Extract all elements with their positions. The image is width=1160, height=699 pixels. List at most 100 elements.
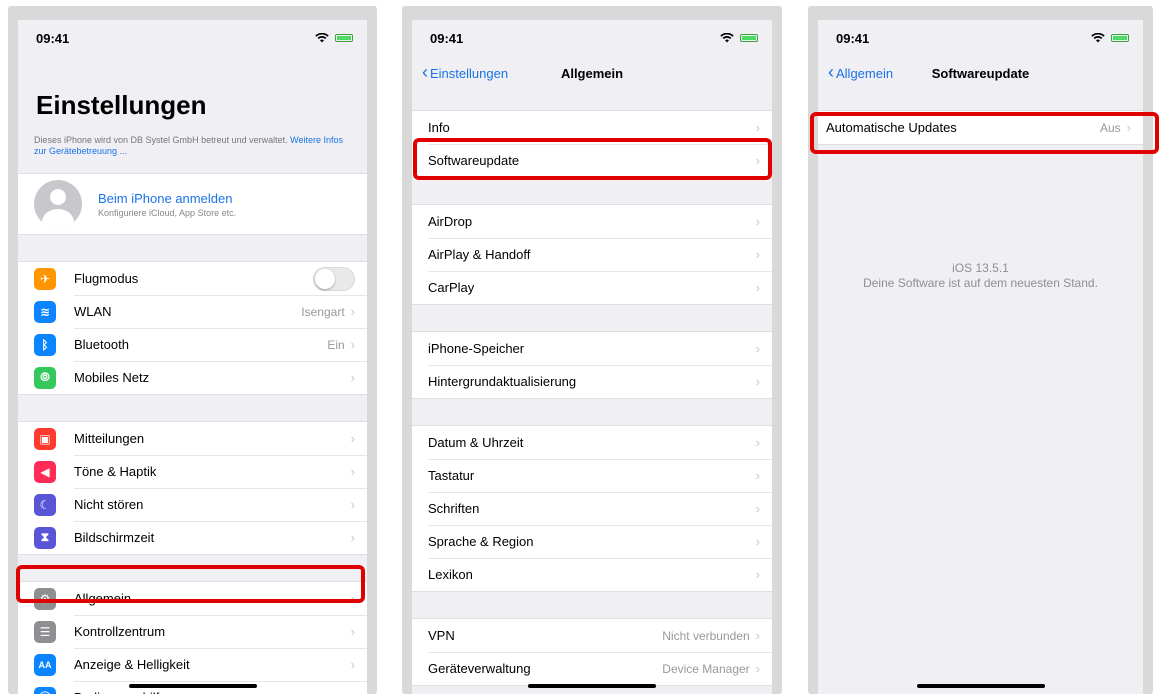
device-management-group: VPN Nicht verbunden › Geräteverwaltung Devic… xyxy=(412,618,772,686)
row-value: Ein xyxy=(327,337,345,352)
softwareupdate-screen: 09:41 ‹ Allgemein Softwareupdate Automat… xyxy=(818,20,1143,694)
row-label: iPhone-Speicher xyxy=(428,341,525,356)
row-value: Device Manager xyxy=(662,661,750,676)
automatic-updates-label: Automatische Updates xyxy=(826,120,957,135)
settings-row-datum-and-uhrzeit[interactable]: Datum & Uhrzeit › xyxy=(412,426,772,459)
chevron-left-icon: ‹ xyxy=(828,62,834,82)
chevron-right-icon: › xyxy=(350,370,355,385)
status-icons xyxy=(1091,33,1129,43)
settings-row-kontrollzentrum[interactable]: ☰ Kontrollzentrum › xyxy=(18,615,367,648)
back-button[interactable]: ‹ Einstellungen xyxy=(422,62,509,82)
gear-icon: ⚙ xyxy=(34,587,56,610)
apple-id-signin[interactable]: Beim iPhone anmelden Konfiguriere iCloud… xyxy=(18,174,367,234)
version-info: iOS 13.5.1 Deine Software ist auf dem ne… xyxy=(818,261,1143,291)
settings-screen: 09:41 Einstellungen Dieses iPhone wird v… xyxy=(18,20,367,694)
chevron-right-icon: › xyxy=(755,468,760,483)
settings-row-schriften[interactable]: Schriften › xyxy=(412,492,772,525)
chevron-right-icon: › xyxy=(350,431,355,446)
row-value: Isengart xyxy=(301,304,345,319)
settings-row-anzeige-and-helligkeit[interactable]: AA Anzeige & Helligkeit › xyxy=(18,648,367,681)
battery-icon xyxy=(335,34,353,42)
accessibility-icon: ⓪ xyxy=(34,686,56,694)
status-bar: 09:41 xyxy=(18,20,367,56)
settings-row-iphone-speicher[interactable]: iPhone-Speicher › xyxy=(412,332,772,365)
settings-row-toene-and-haptik[interactable]: ◀ Töne & Haptik › xyxy=(18,455,367,488)
settings-row-bluetooth[interactable]: ᛒ Bluetooth Ein › xyxy=(18,328,367,361)
settings-row-nicht-stoeren[interactable]: ☾ Nicht stören › xyxy=(18,488,367,521)
settings-row-lexikon[interactable]: Lexikon › xyxy=(412,558,772,591)
signin-sublabel: Konfiguriere iCloud, App Store etc. xyxy=(98,207,237,218)
settings-row-airdrop[interactable]: AirDrop › xyxy=(412,205,772,238)
chevron-right-icon: › xyxy=(350,464,355,479)
battery-icon xyxy=(1111,34,1129,42)
row-label: Datum & Uhrzeit xyxy=(428,435,524,450)
settings-row-bildschirmzeit[interactable]: ⧗ Bildschirmzeit › xyxy=(18,521,367,554)
row-label: AirPlay & Handoff xyxy=(428,247,531,262)
screenshot-settings-frame: 09:41 Einstellungen Dieses iPhone wird v… xyxy=(8,6,377,694)
row-value: Nicht verbunden xyxy=(662,628,750,643)
airplane-mode-toggle[interactable] xyxy=(313,266,355,291)
moon-icon: ☾ xyxy=(34,493,56,516)
status-time: 09:41 xyxy=(36,30,70,46)
row-label: Töne & Haptik xyxy=(74,464,157,479)
settings-row-carplay[interactable]: CarPlay › xyxy=(412,271,772,304)
general-group: ⚙ Allgemein › ☰ Kontrollzentrum › AA Anzeige & … xyxy=(18,581,367,694)
row-label: Tastatur xyxy=(428,468,475,483)
chevron-right-icon: › xyxy=(1126,120,1131,135)
row-label: WLAN xyxy=(74,304,112,319)
back-button[interactable]: ‹ Allgemein xyxy=(828,62,893,82)
row-label: Schriften xyxy=(428,501,480,516)
row-label: VPN xyxy=(428,628,455,643)
settings-row-hintergrundaktualisierung[interactable]: Hintergrundaktualisierung › xyxy=(412,365,772,398)
chevron-right-icon: › xyxy=(755,628,760,643)
settings-row-airplay-and-handoff[interactable]: AirPlay & Handoff › xyxy=(412,238,772,271)
chevron-right-icon: › xyxy=(755,435,760,450)
chevron-right-icon: › xyxy=(350,530,355,545)
connectivity-group: ✈ Flugmodus ≋ WLAN Isengart › ᛒ Bluetooth Ein › ⦾ M… xyxy=(18,261,367,395)
settings-row-flugmodus[interactable]: ✈ Flugmodus xyxy=(18,262,367,295)
signin-label: Beim iPhone anmelden xyxy=(98,190,233,206)
settings-row-vpn[interactable]: VPN Nicht verbunden › xyxy=(412,619,772,652)
settings-row-geraeteverwaltung[interactable]: Geräteverwaltung Device Manager › xyxy=(412,652,772,685)
settings-row-softwareupdate[interactable]: Softwareupdate › xyxy=(412,144,772,177)
row-label: Anzeige & Helligkeit xyxy=(74,657,190,672)
back-label: Einstellungen xyxy=(430,65,509,81)
notifications-icon: ▣ xyxy=(34,427,56,450)
airplane-icon: ✈ xyxy=(34,267,56,290)
settings-row-info[interactable]: Info › xyxy=(412,111,772,144)
chevron-right-icon: › xyxy=(755,120,760,135)
settings-row-mitteilungen[interactable]: ▣ Mitteilungen › xyxy=(18,422,367,455)
status-icons xyxy=(720,33,758,43)
row-label: Nicht stören xyxy=(74,497,144,512)
automatic-updates-row[interactable]: Automatische Updates Aus › xyxy=(818,111,1143,144)
about-group: Info › Softwareupdate › xyxy=(412,110,772,178)
navigation-bar: ‹ Einstellungen Allgemein xyxy=(412,56,772,90)
chevron-right-icon: › xyxy=(350,497,355,512)
chevron-left-icon: ‹ xyxy=(422,62,428,82)
row-label: Geräteverwaltung xyxy=(428,661,531,676)
auto-updates-group: Automatische Updates Aus › xyxy=(818,110,1143,145)
settings-row-wlan[interactable]: ≋ WLAN Isengart › xyxy=(18,295,367,328)
row-label: Bedienungshilfen xyxy=(74,690,351,694)
chevron-right-icon: › xyxy=(350,304,355,319)
settings-row-allgemein[interactable]: ⚙ Allgemein › xyxy=(18,582,367,615)
row-label: Info xyxy=(428,120,450,135)
page-title: Einstellungen xyxy=(36,90,207,120)
general-screen: 09:41 ‹ Einstellungen Allgemein Info › Sof… xyxy=(412,20,772,694)
chevron-right-icon: › xyxy=(755,374,760,389)
screenshot-general-frame: 09:41 ‹ Einstellungen Allgemein Info › Sof… xyxy=(402,6,782,694)
chevron-right-icon: › xyxy=(755,247,760,262)
settings-row-sprache-and-region[interactable]: Sprache & Region › xyxy=(412,525,772,558)
chevron-right-icon: › xyxy=(350,591,355,606)
settings-row-mobiles-netz[interactable]: ⦾ Mobiles Netz › xyxy=(18,361,367,394)
status-time: 09:41 xyxy=(430,30,464,46)
row-label: Hintergrundaktualisierung xyxy=(428,374,577,389)
row-label: Mobiles Netz xyxy=(74,370,150,385)
row-label: Lexikon xyxy=(428,567,473,582)
chevron-right-icon: › xyxy=(755,153,760,168)
settings-row-tastatur[interactable]: Tastatur › xyxy=(412,459,772,492)
display-icon: AA xyxy=(34,653,56,676)
device-management-note: Dieses iPhone wird von DB Systel GmbH be… xyxy=(18,127,367,157)
chevron-right-icon: › xyxy=(755,341,760,356)
bluetooth-icon: ᛒ xyxy=(34,333,56,356)
